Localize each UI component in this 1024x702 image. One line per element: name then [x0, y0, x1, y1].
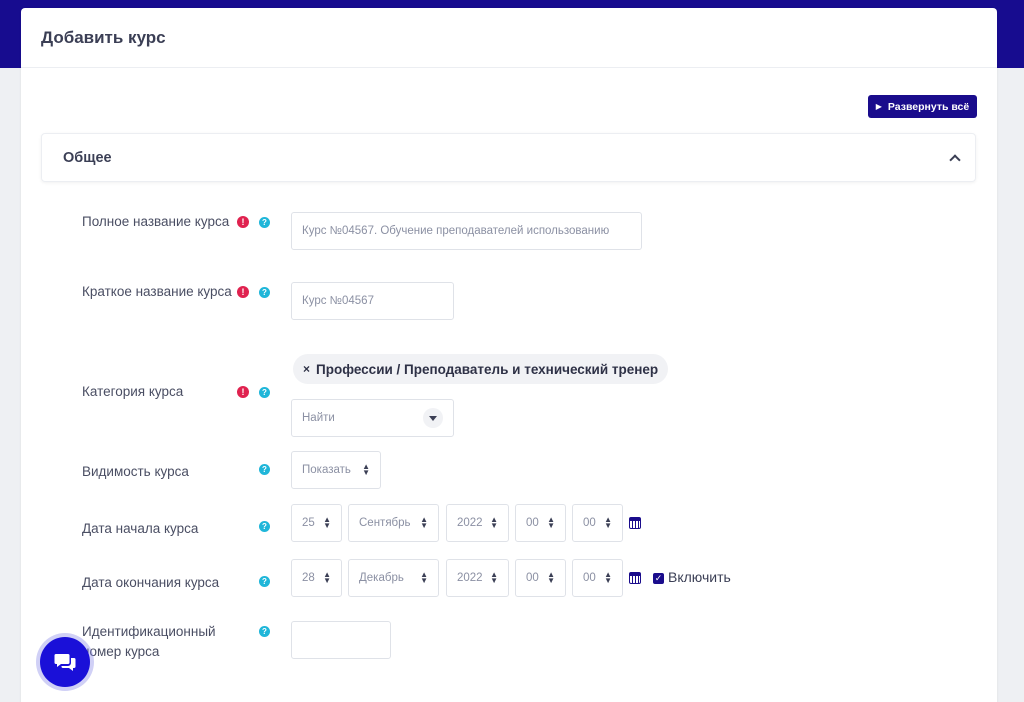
sort-arrows-icon: ▲ ▼: [420, 515, 428, 530]
enddate-label: Дата окончания курса: [82, 575, 220, 590]
startdate-hour-select[interactable]: 00 ▲ ▼: [515, 504, 566, 542]
exclamation-icon: !: [237, 286, 249, 298]
visibility-value: Показать: [302, 464, 351, 476]
enddate-enable-checkbox[interactable]: ✓: [653, 573, 664, 584]
visibility-label: Видимость курса: [82, 464, 189, 479]
section-general-header[interactable]: Общее: [41, 133, 976, 182]
question-icon[interactable]: ?: [259, 521, 270, 532]
enddate-month-select[interactable]: Декабрь ▲ ▼: [348, 559, 439, 597]
calendar-icon[interactable]: [629, 572, 641, 584]
startdate-month: Сентябрь: [359, 517, 411, 529]
expand-all-label: Развернуть всё: [887, 100, 970, 113]
sort-arrows-icon: ▲ ▼: [323, 570, 331, 585]
card-header: Добавить курс: [21, 8, 997, 68]
sort-arrows-icon: ▲ ▼: [490, 515, 498, 530]
category-search-dropdown[interactable]: Найти: [291, 399, 454, 437]
idnumber-input[interactable]: [291, 621, 391, 659]
chat-icon: [54, 654, 76, 671]
enddate-day: 28: [302, 572, 315, 584]
category-label: Категория курса: [82, 384, 184, 399]
fullname-label: Полное название курса: [82, 214, 230, 229]
question-icon[interactable]: ?: [259, 576, 270, 587]
startdate-minute: 00: [583, 517, 596, 529]
exclamation-icon: !: [237, 386, 249, 398]
shortname-label: Краткое название курса: [82, 284, 232, 299]
startdate-month-select[interactable]: Сентябрь ▲ ▼: [348, 504, 439, 542]
category-tag-label: Профессии / Преподаватель и технический …: [316, 361, 659, 377]
sort-arrows-icon: ▲ ▼: [490, 570, 498, 585]
startdate-year: 2022: [457, 517, 483, 529]
sort-arrows-icon: ▲ ▼: [362, 462, 370, 477]
startdate-day: 25: [302, 517, 315, 529]
enddate-minute: 00: [583, 572, 596, 584]
remove-tag-icon[interactable]: ×: [303, 362, 310, 376]
sort-arrows-icon: ▲ ▼: [323, 515, 331, 530]
chat-button[interactable]: [40, 637, 90, 687]
question-icon[interactable]: ?: [259, 287, 270, 298]
enddate-enable-label: Включить: [668, 569, 731, 585]
enddate-minute-select[interactable]: 00 ▲ ▼: [572, 559, 623, 597]
question-icon[interactable]: ?: [259, 464, 270, 475]
enddate-hour: 00: [526, 572, 539, 584]
page-title: Добавить курс: [41, 27, 166, 47]
enddate-hour-select[interactable]: 00 ▲ ▼: [515, 559, 566, 597]
exclamation-icon: !: [237, 216, 249, 228]
enddate-month: Декабрь: [359, 572, 404, 584]
enddate-year: 2022: [457, 572, 483, 584]
expand-all-button[interactable]: ▶ Развернуть всё: [868, 95, 977, 118]
sort-arrows-icon: ▲ ▼: [604, 570, 612, 585]
sort-arrows-icon: ▲ ▼: [547, 515, 555, 530]
question-icon[interactable]: ?: [259, 387, 270, 398]
question-icon[interactable]: ?: [259, 217, 270, 228]
visibility-select[interactable]: Показать ▲ ▼: [291, 451, 381, 489]
idnumber-label: Идентификационный номер курса: [82, 624, 216, 659]
fullname-input[interactable]: Курс №04567. Обучение преподавателей исп…: [291, 212, 642, 250]
category-search-placeholder: Найти: [302, 412, 335, 424]
startdate-day-select[interactable]: 25 ▲ ▼: [291, 504, 342, 542]
shortname-input[interactable]: Курс №04567: [291, 282, 454, 320]
startdate-minute-select[interactable]: 00 ▲ ▼: [572, 504, 623, 542]
sort-arrows-icon: ▲ ▼: [547, 570, 555, 585]
sort-arrows-icon: ▲ ▼: [604, 515, 612, 530]
startdate-label: Дата начала курса: [82, 521, 199, 536]
form-card: Добавить курс ▶ Развернуть всё Общее Пол…: [21, 8, 997, 702]
category-tag: × Профессии / Преподаватель и технически…: [293, 354, 669, 384]
enddate-day-select[interactable]: 28 ▲ ▼: [291, 559, 342, 597]
sort-arrows-icon: ▲ ▼: [420, 570, 428, 585]
caret-down-icon: [423, 408, 443, 428]
chevron-up-icon: [949, 153, 959, 163]
question-icon[interactable]: ?: [259, 626, 270, 637]
startdate-hour: 00: [526, 517, 539, 529]
calendar-icon[interactable]: [629, 517, 641, 529]
section-title: Общее: [63, 149, 112, 166]
startdate-year-select[interactable]: 2022 ▲ ▼: [446, 504, 509, 542]
enddate-year-select[interactable]: 2022 ▲ ▼: [446, 559, 509, 597]
caret-right-icon: ▶: [875, 102, 882, 111]
